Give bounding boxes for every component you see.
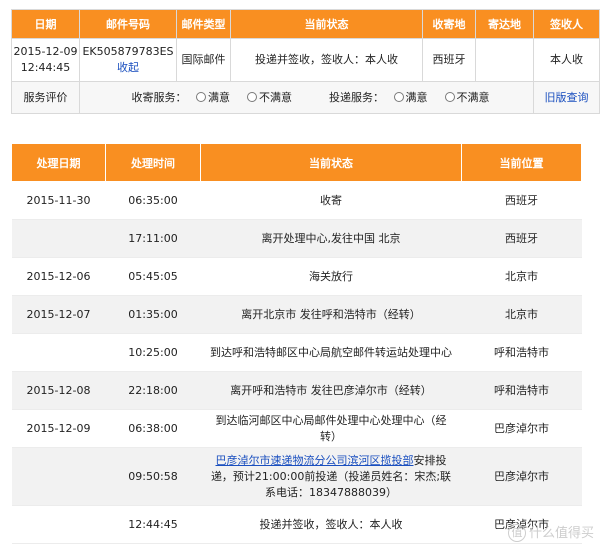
old-version-link[interactable]: 旧版查询 bbox=[545, 91, 589, 104]
header-process-time: 处理时间 bbox=[105, 143, 201, 182]
row-date: 2015-12-07 bbox=[11, 295, 106, 334]
row-date bbox=[11, 447, 106, 506]
collect-satisfied-option[interactable]: 满意 bbox=[196, 91, 230, 104]
table-row: 10:25:00 到达呼和浩特邮区中心局航空邮件转运站处理中心 呼和浩特市 bbox=[11, 333, 582, 372]
row-location: 北京市 bbox=[461, 257, 582, 296]
row-status: 离开处理中心,发往中国 北京 bbox=[200, 219, 462, 258]
summary-origin: 西班牙 bbox=[422, 38, 476, 82]
header-process-date: 处理日期 bbox=[11, 143, 106, 182]
header-status: 当前状态 bbox=[230, 9, 423, 39]
table-row: 2015-12-06 05:45:05 海关放行 北京市 bbox=[11, 257, 582, 296]
table-row: 2015-11-30 06:35:00 收寄 西班牙 bbox=[11, 181, 582, 220]
header-mail-type: 邮件类型 bbox=[176, 9, 231, 39]
table-row: 17:11:00 离开处理中心,发往中国 北京 西班牙 bbox=[11, 219, 582, 258]
deliver-satisfied-label: 满意 bbox=[405, 90, 428, 104]
radio-icon[interactable] bbox=[196, 91, 206, 102]
deliver-unsatisfied-label: 不满意 bbox=[456, 90, 490, 104]
radio-icon[interactable] bbox=[247, 91, 257, 102]
summary-destination bbox=[475, 38, 534, 82]
table-row: 2015-12-09 06:38:00 到达临河邮区中心局邮件处理中心处理中心（… bbox=[11, 409, 582, 448]
row-time: 22:18:00 bbox=[105, 371, 201, 410]
watermark: 值什么值得买 bbox=[507, 522, 594, 542]
collect-satisfied-label: 满意 bbox=[208, 90, 230, 104]
table-row: 2015-12-08 22:18:00 离开呼和浩特市 发往巴彦淖尔市（经转） … bbox=[11, 371, 582, 410]
watermark-logo-icon: 值 bbox=[507, 524, 526, 542]
row-status: 离开北京市 发往呼和浩特市（经转） bbox=[200, 295, 462, 334]
table-row: 12:44:45 投递并签收，签收人：本人收 巴彦淖尔市 bbox=[11, 505, 582, 544]
tracking-header-row: 处理日期 处理时间 当前状态 当前位置 bbox=[11, 143, 582, 182]
row-time: 12:44:45 bbox=[105, 505, 201, 544]
header-current-status: 当前状态 bbox=[200, 143, 462, 182]
header-signer: 签收人 bbox=[533, 9, 600, 39]
row-status: 离开呼和浩特市 发往巴彦淖尔市（经转） bbox=[200, 371, 462, 410]
tracking-table: 处理日期 处理时间 当前状态 当前位置 2015-11-30 06:35:00 … bbox=[11, 143, 582, 544]
summary-table: 日期 邮件号码 邮件类型 当前状态 收寄地 寄达地 签收人 2015-12-09… bbox=[11, 9, 600, 114]
summary-row: 2015-12-09 12:44:45 EK505879783ES 收起 国际邮… bbox=[11, 38, 600, 82]
deliver-satisfied-option[interactable]: 满意 bbox=[393, 90, 428, 104]
row-status: 海关放行 bbox=[200, 257, 462, 296]
row-location: 巴彦淖尔市 bbox=[461, 447, 582, 506]
summary-header-row: 日期 邮件号码 邮件类型 当前状态 收寄地 寄达地 签收人 bbox=[11, 9, 600, 39]
summary-mail-no-cell: EK505879783ES 收起 bbox=[79, 38, 177, 82]
row-location: 巴彦淖尔市 bbox=[461, 409, 582, 448]
summary-signer: 本人收 bbox=[533, 38, 600, 82]
rating-row: 服务评价 收寄服务： 满意 不满意 投递服务： 满意 不满意 旧版查询 bbox=[11, 81, 600, 114]
row-time: 10:25:00 bbox=[105, 333, 201, 372]
watermark-text: 什么值得买 bbox=[528, 525, 594, 541]
header-destination: 寄达地 bbox=[475, 9, 534, 39]
row-location: 北京市 bbox=[461, 295, 582, 334]
row-location: 呼和浩特市 bbox=[461, 333, 582, 372]
row-time: 01:35:00 bbox=[105, 295, 201, 334]
table-row: 2015-12-07 01:35:00 离开北京市 发往呼和浩特市（经转） 北京… bbox=[11, 295, 582, 334]
row-time: 09:50:58 bbox=[105, 447, 201, 506]
row-date: 2015-12-06 bbox=[11, 257, 106, 296]
deliver-unsatisfied-option[interactable]: 不满意 bbox=[444, 90, 490, 104]
deliver-service-label: 投递服务： bbox=[329, 90, 384, 104]
row-location: 呼和浩特市 bbox=[461, 371, 582, 410]
collect-unsatisfied-label: 不满意 bbox=[259, 90, 292, 104]
row-date: 2015-12-08 bbox=[11, 371, 106, 410]
row-status: 到达呼和浩特邮区中心局航空邮件转运站处理中心 bbox=[200, 333, 462, 372]
tracking-body: 2015-11-30 06:35:00 收寄 西班牙 17:11:00 离开处理… bbox=[11, 181, 582, 544]
row-time: 17:11:00 bbox=[105, 219, 201, 258]
radio-icon[interactable] bbox=[393, 91, 404, 102]
old-version-cell: 旧版查询 bbox=[533, 81, 600, 114]
summary-status: 投递并签收，签收人：本人收 bbox=[230, 38, 423, 82]
row-status: 到达临河邮区中心局邮件处理中心处理中心（经转） bbox=[200, 409, 462, 448]
row-time: 05:45:05 bbox=[105, 257, 201, 296]
row-status: 收寄 bbox=[200, 181, 462, 220]
row-status: 巴彦淖尔市速递物流分公司滨河区揽投部安排投递，预计21:00:00前投递（投递员… bbox=[200, 447, 462, 506]
row-time: 06:35:00 bbox=[105, 181, 201, 220]
mail-number: EK505879783ES bbox=[82, 45, 174, 58]
row-date bbox=[11, 505, 106, 544]
collapse-link[interactable]: 收起 bbox=[80, 60, 176, 76]
delivery-office-link[interactable]: 巴彦淖尔市速递物流分公司滨河区揽投部 bbox=[216, 454, 414, 467]
header-origin: 收寄地 bbox=[422, 9, 476, 39]
rating-label: 服务评价 bbox=[11, 81, 80, 114]
row-time: 06:38:00 bbox=[105, 409, 201, 448]
header-current-location: 当前位置 bbox=[461, 143, 582, 182]
table-row: 09:50:58 巴彦淖尔市速递物流分公司滨河区揽投部安排投递，预计21:00:… bbox=[11, 447, 582, 506]
row-location: 西班牙 bbox=[461, 219, 582, 258]
collect-service-label: 收寄服务： bbox=[131, 90, 187, 104]
header-mail-no: 邮件号码 bbox=[79, 9, 177, 39]
row-date: 2015-11-30 bbox=[11, 181, 106, 220]
row-date bbox=[11, 333, 106, 372]
row-date bbox=[11, 219, 106, 258]
summary-date: 2015-12-09 12:44:45 bbox=[11, 38, 80, 82]
header-date: 日期 bbox=[11, 9, 80, 39]
row-location: 西班牙 bbox=[461, 181, 582, 220]
summary-type: 国际邮件 bbox=[176, 38, 231, 82]
row-status: 投递并签收，签收人：本人收 bbox=[200, 505, 462, 544]
row-date: 2015-12-09 bbox=[11, 409, 106, 448]
radio-icon[interactable] bbox=[444, 91, 455, 102]
rating-options: 收寄服务： 满意 不满意 投递服务： 满意 不满意 bbox=[79, 81, 534, 114]
collect-unsatisfied-option[interactable]: 不满意 bbox=[247, 91, 292, 104]
